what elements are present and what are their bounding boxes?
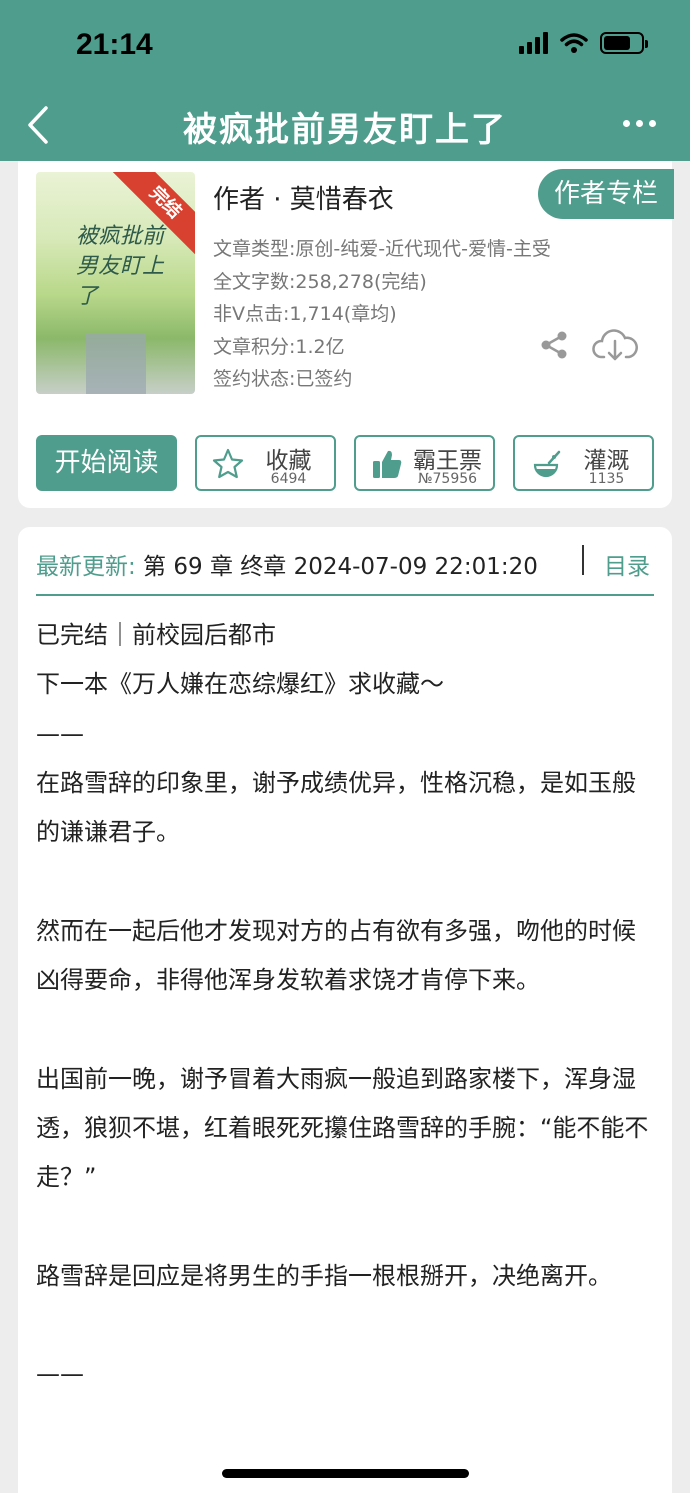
divider — [582, 545, 584, 575]
latest-update-value: 第 69 章 终章 2024-07-09 22:01:20 — [135, 554, 538, 580]
desc-paragraph: —— — [36, 719, 84, 748]
author-column-button[interactable]: 作者专栏 — [538, 169, 674, 219]
book-info-card: 被疯批前男友盯上了 完结 作者 · 莫惜春衣 作者专栏 文章类型:原创-纯爱-近… — [18, 161, 674, 508]
status-bar: 21:14 — [0, 0, 690, 90]
desc-paragraph — [36, 1203, 656, 1252]
download-icon[interactable] — [592, 325, 638, 363]
desc-paragraph: 在路雪辞的印象里，谢予成绩优异，性格沉稳，是如玉般的谦谦君子。 — [36, 768, 636, 847]
overlord-ticket-label: 霸王票 — [413, 448, 482, 474]
home-indicator[interactable] — [222, 1469, 469, 1478]
meta-type: 文章类型:原创-纯爱-近代现代-爱情-主受 — [213, 238, 551, 260]
signal-icon — [519, 32, 548, 54]
page-title: 被疯批前男友盯上了 — [183, 110, 507, 150]
desc-paragraph — [36, 857, 656, 906]
meta-word-count: 全文字数:258,278(完结) — [213, 270, 427, 293]
flask-icon — [533, 450, 561, 478]
latest-update[interactable]: 最新更新: 第 69 章 终章 2024-07-09 22:01:20 — [36, 547, 538, 581]
desc-paragraph: 已完结｜前校园后都市 — [36, 621, 276, 649]
start-reading-button[interactable]: 开始阅读 — [36, 435, 177, 491]
overlord-ticket-button[interactable]: 霸王票 №75956 — [354, 435, 495, 491]
irrigate-label: 灌溉 — [583, 448, 630, 474]
desc-paragraph: 然而在一起后他才发现对方的占有欲有多强，吻他的时候凶得要命，非得他浑身发软着求饶… — [36, 916, 636, 995]
desc-paragraph: 路雪辞是回应是将男生的手指一根根掰开，决绝离开。 — [36, 1261, 612, 1290]
meta-score: 文章积分:1.2亿 — [213, 335, 345, 358]
thumbs-up-icon — [373, 450, 402, 478]
latest-update-key: 最新更新: — [36, 554, 136, 580]
collect-label: 收藏 — [265, 448, 312, 474]
nav-bar: 被疯批前男友盯上了 — [0, 90, 690, 161]
battery-icon — [600, 32, 648, 54]
share-icon[interactable] — [538, 329, 570, 361]
collect-count: 6494 — [270, 471, 307, 487]
overlord-ticket-count: №75956 — [417, 471, 478, 487]
desc-paragraph: 出国前一晚，谢予冒着大雨疯一般追到路家楼下，浑身湿透，狼狈不堪，红着眼死死攥住路… — [36, 1064, 649, 1192]
collect-button[interactable]: 收藏 6494 — [195, 435, 336, 491]
status-time: 21:14 — [76, 28, 153, 61]
toc-link[interactable]: 目录 — [604, 547, 650, 581]
author-name[interactable]: 作者 · 莫惜春衣 — [213, 179, 394, 216]
desc-paragraph: 下一本《万人嫌在恋综爆红》求收藏～ — [36, 670, 444, 699]
cover-title: 被疯批前男友盯上了 — [76, 224, 165, 309]
book-cover[interactable]: 被疯批前男友盯上了 完结 — [36, 172, 195, 394]
desc-paragraph — [36, 1301, 656, 1350]
cover-building — [86, 334, 146, 394]
meta-sign-status: 签约状态:已签约 — [213, 368, 353, 390]
star-icon — [212, 448, 244, 479]
book-detail-card: 最新更新: 第 69 章 终章 2024-07-09 22:01:20 目录 已… — [18, 527, 672, 1493]
irrigate-button[interactable]: 灌溉 1135 — [513, 435, 654, 491]
meta-clicks: 非Ⅴ点击:1,714(章均) — [213, 303, 397, 325]
divider-line — [36, 594, 654, 596]
more-icon[interactable] — [623, 120, 656, 127]
book-description: 已完结｜前校园后都市 下一本《万人嫌在恋综爆红》求收藏～ —— 在路雪辞的印象里… — [36, 611, 656, 1400]
desc-paragraph — [36, 1005, 656, 1054]
desc-paragraph: —— — [36, 1360, 84, 1389]
wifi-icon — [560, 33, 588, 53]
status-icons — [519, 32, 648, 54]
book-meta: 文章类型:原创-纯爱-近代现代-爱情-主受 全文字数:258,278(完结) 非… — [213, 233, 551, 396]
irrigate-count: 1135 — [588, 471, 625, 487]
